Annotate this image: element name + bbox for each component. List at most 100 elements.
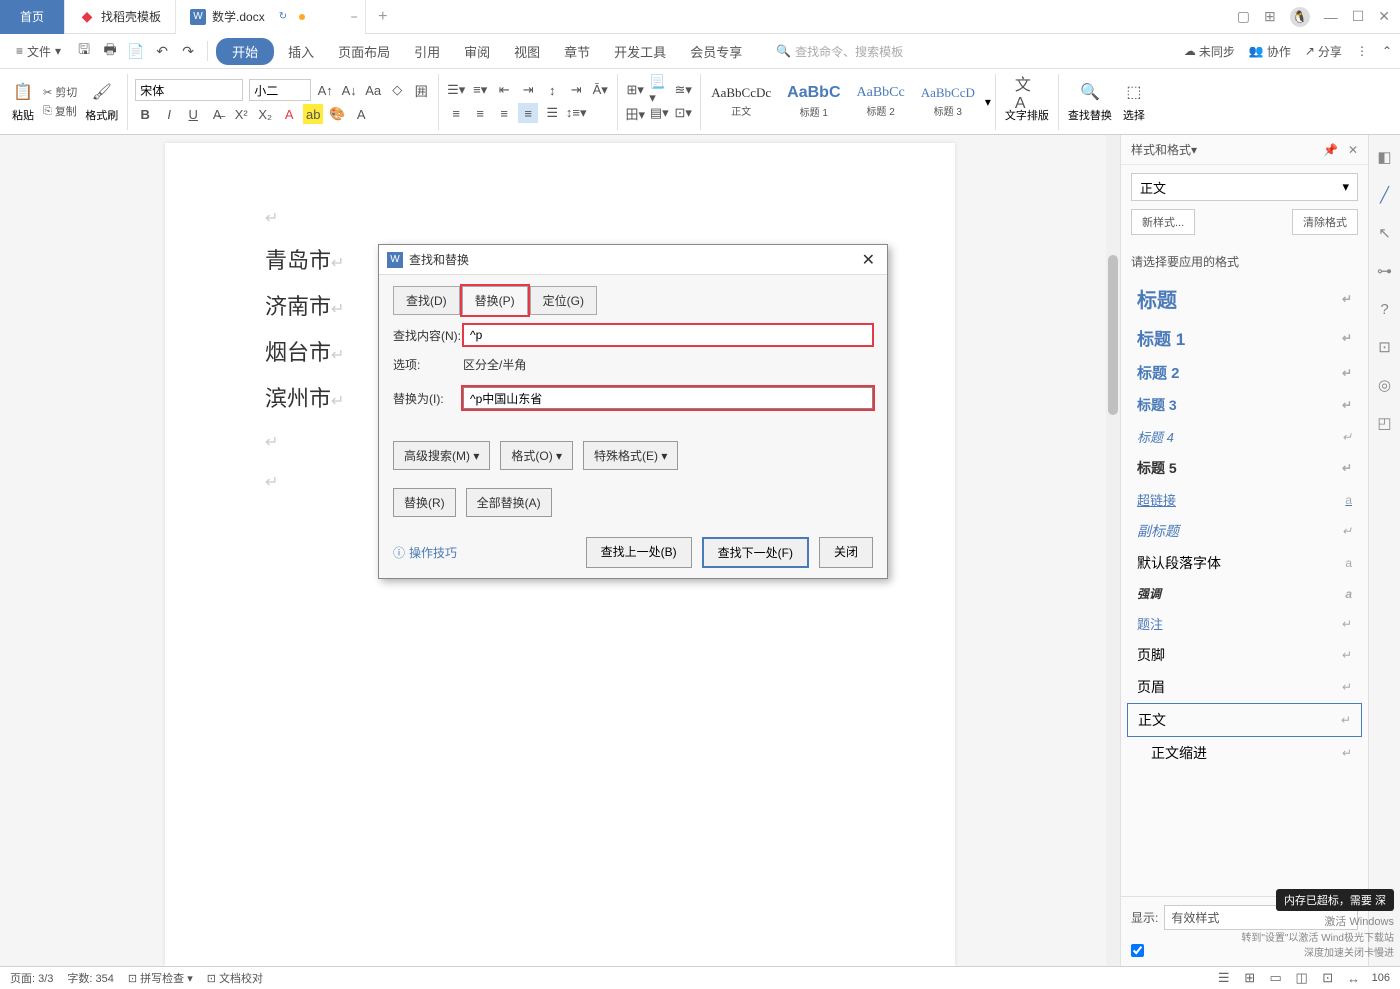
style-item[interactable]: 标题 5↵: [1127, 452, 1362, 484]
align-left-icon[interactable]: ≡: [446, 103, 466, 123]
close-panel-icon[interactable]: ✕: [1348, 143, 1358, 157]
preview-icon[interactable]: 📄: [125, 40, 147, 62]
spell-check[interactable]: ⊡ 拼写检查 ▾: [128, 970, 193, 986]
tab-devtools[interactable]: 开发工具: [604, 38, 676, 65]
super-icon[interactable]: X²: [231, 104, 251, 124]
bullets-icon[interactable]: ☰▾: [446, 80, 466, 100]
table-icon[interactable]: ⊞▾: [625, 80, 645, 100]
view-icon[interactable]: ⊞: [1242, 970, 1258, 986]
find-prev-button[interactable]: 查找上一处(B): [586, 537, 692, 568]
page-status[interactable]: 页面: 3/3: [10, 970, 53, 986]
char-fmt-icon[interactable]: A: [351, 104, 371, 124]
tab-refs[interactable]: 引用: [404, 38, 450, 65]
select-button[interactable]: ⬚选择: [1117, 80, 1151, 123]
replace-input[interactable]: [463, 387, 873, 409]
close-tab-icon[interactable]: ⎯: [351, 9, 357, 24]
avatar[interactable]: 🐧: [1290, 7, 1310, 27]
word-count[interactable]: 字数: 354: [67, 970, 113, 986]
find-input[interactable]: [463, 324, 873, 346]
indent-right-icon[interactable]: ⇥: [518, 80, 538, 100]
t6-icon[interactable]: ⊡▾: [673, 103, 693, 123]
align-center-icon[interactable]: ≡: [470, 103, 490, 123]
tab-view[interactable]: 视图: [504, 38, 550, 65]
distribute-icon[interactable]: ☰: [542, 103, 562, 123]
brush-group[interactable]: 🖌 格式刷: [80, 80, 123, 123]
style-h1[interactable]: AaBbC标题 1: [781, 82, 846, 121]
grid-icon[interactable]: ⊞: [1264, 8, 1276, 25]
style-item[interactable]: 副标题↵: [1127, 515, 1362, 547]
grow-font-icon[interactable]: A↑: [315, 80, 335, 100]
sync-status[interactable]: ☁ 未同步: [1184, 43, 1235, 60]
font-select[interactable]: [135, 79, 243, 101]
style-body[interactable]: AaBbCcDc正文: [705, 83, 777, 120]
layout-icon[interactable]: ▢: [1237, 8, 1250, 25]
side-icon[interactable]: ◎: [1375, 375, 1395, 395]
style-item[interactable]: 标题 2↵: [1127, 356, 1362, 389]
replace-all-button[interactable]: 全部替换(A): [466, 488, 552, 517]
style-item[interactable]: 标题 1↵: [1127, 319, 1362, 356]
t3-icon[interactable]: ≊▾: [673, 80, 693, 100]
styles-more-icon[interactable]: ▾: [985, 95, 991, 109]
tab-icon[interactable]: ⇥: [566, 80, 586, 100]
style-item[interactable]: 标题 3↵: [1127, 389, 1362, 421]
print-icon[interactable]: 🖶: [99, 40, 121, 62]
zoom-value[interactable]: 106: [1372, 972, 1390, 984]
style-h3[interactable]: AaBbCcD标题 3: [915, 83, 981, 120]
command-search[interactable]: 🔍 查找命令、搜索模板: [776, 43, 903, 60]
tab-templates[interactable]: ◆ 找稻壳模板: [65, 0, 176, 34]
style-item[interactable]: 页眉↵: [1127, 671, 1362, 703]
side-icon[interactable]: ?: [1375, 299, 1395, 319]
a-icon[interactable]: Ā▾: [590, 80, 610, 100]
tab-insert[interactable]: 插入: [278, 38, 324, 65]
style-item[interactable]: 正文缩进↵: [1127, 737, 1362, 769]
shading-icon[interactable]: 🎨: [327, 104, 347, 124]
special-format-button[interactable]: 特殊格式(E) ▾: [583, 441, 678, 470]
t2-icon[interactable]: 📃▾: [649, 80, 669, 100]
strike-icon[interactable]: A̶: [207, 104, 227, 124]
collapse-icon[interactable]: ⌃: [1382, 44, 1392, 58]
current-style-select[interactable]: 正文▾: [1131, 173, 1358, 201]
proofing[interactable]: ⊡ 文档校对: [207, 970, 263, 986]
side-icon[interactable]: ╱: [1375, 185, 1395, 205]
style-item-selected[interactable]: 正文↵: [1127, 703, 1362, 737]
show-select[interactable]: 有效样式: [1164, 905, 1358, 930]
tab-replace[interactable]: 替换(P): [462, 286, 528, 315]
fit-icon[interactable]: ↔: [1346, 970, 1362, 986]
maximize-icon[interactable]: ☐: [1352, 8, 1365, 25]
paste-group[interactable]: 📋 粘贴: [6, 80, 40, 123]
highlight-icon[interactable]: ab: [303, 104, 323, 124]
side-icon[interactable]: ⊶: [1375, 261, 1395, 281]
more-icon[interactable]: ⋮: [1356, 44, 1368, 58]
size-select[interactable]: [249, 79, 311, 101]
view-icon[interactable]: ☰: [1216, 970, 1232, 986]
file-menu[interactable]: ≡ 文件 ▾: [8, 39, 69, 64]
italic-icon[interactable]: I: [159, 104, 179, 124]
copy-button[interactable]: ⎘ 复制: [43, 103, 77, 119]
view-icon[interactable]: ⊡: [1320, 970, 1336, 986]
style-item[interactable]: 题注↵: [1127, 608, 1362, 639]
dialog-close-icon[interactable]: ✕: [858, 250, 879, 270]
tab-start[interactable]: 开始: [216, 38, 274, 65]
shrink-font-icon[interactable]: A↓: [339, 80, 359, 100]
font-color-icon[interactable]: A: [279, 104, 299, 124]
style-item[interactable]: 页脚↵: [1127, 639, 1362, 671]
undo-icon[interactable]: ↶: [151, 40, 173, 62]
side-icon[interactable]: ⊡: [1375, 337, 1395, 357]
numbers-icon[interactable]: ≡▾: [470, 80, 490, 100]
circle-icon[interactable]: 囲: [411, 80, 431, 100]
tab-goto[interactable]: 定位(G): [530, 286, 597, 315]
tips-link[interactable]: ⓘ 操作技巧: [393, 544, 457, 561]
find-next-button[interactable]: 查找下一处(F): [702, 537, 809, 568]
style-item[interactable]: 标题↵: [1127, 278, 1362, 319]
style-item[interactable]: 超链接a: [1127, 484, 1362, 515]
save-icon[interactable]: 🖫: [73, 40, 95, 62]
style-h2[interactable]: AaBbCc标题 2: [851, 83, 911, 120]
style-item[interactable]: 默认段落字体a: [1127, 547, 1362, 579]
new-style-button[interactable]: 新样式...: [1131, 209, 1195, 235]
side-icon[interactable]: ◧: [1375, 147, 1395, 167]
clear-format-button[interactable]: 清除格式: [1292, 209, 1358, 235]
tab-member[interactable]: 会员专享: [680, 38, 752, 65]
tab-layout[interactable]: 页面布局: [328, 38, 400, 65]
sort-icon[interactable]: ↕: [542, 80, 562, 100]
redo-icon[interactable]: ↷: [177, 40, 199, 62]
